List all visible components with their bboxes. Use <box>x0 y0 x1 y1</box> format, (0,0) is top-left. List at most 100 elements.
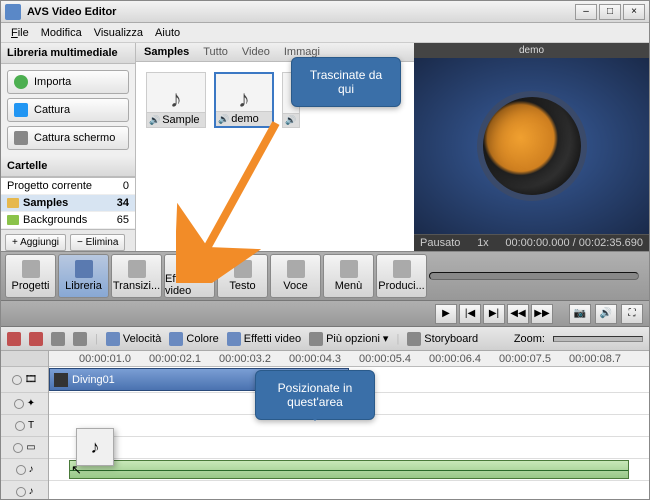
tl-effects-button[interactable]: Effetti video <box>227 332 301 346</box>
playback-state: Pausato <box>420 237 460 249</box>
speed-button[interactable]: Velocità <box>106 332 162 346</box>
main-tabbar: Progetti Libreria Transizi... Effetti vi… <box>1 251 649 301</box>
remove-folder-button[interactable]: − Elimina <box>70 234 125 251</box>
clip-thumb-icon <box>54 373 68 387</box>
tab-library[interactable]: Libreria <box>58 254 109 298</box>
delete-icon <box>29 332 43 346</box>
gear-icon <box>309 332 323 346</box>
audio-track-2[interactable] <box>49 481 649 499</box>
tab-projects[interactable]: Progetti <box>5 254 56 298</box>
more-options-button[interactable]: Più opzioni▾ <box>309 332 388 346</box>
fx-track-head[interactable]: ✦ <box>1 393 48 415</box>
maximize-button[interactable]: □ <box>599 4 621 20</box>
prev-button[interactable]: |◀ <box>459 304 481 324</box>
add-folder-button[interactable]: + Aggiungi <box>5 234 66 251</box>
voice-icon <box>287 260 305 278</box>
redo-icon <box>73 332 87 346</box>
step-back-button[interactable]: ◀◀ <box>507 304 529 324</box>
tab-menu[interactable]: Menù <box>323 254 374 298</box>
preview-pane: demo Pausato 1x 00:00:00.000 / 00:02:35.… <box>414 43 649 251</box>
play-button[interactable]: ▶ <box>435 304 457 324</box>
preview-canvas <box>414 58 649 234</box>
undo-button[interactable] <box>51 332 65 346</box>
tab-produce[interactable]: Produci... <box>376 254 427 298</box>
folder-row[interactable]: Backgrounds65 <box>1 212 135 229</box>
transport-buttons: ▶ |◀ ▶| ◀◀ ▶▶ <box>435 304 553 324</box>
seek-bar[interactable] <box>429 272 639 280</box>
left-sidebar: Libreria multimediale Importa Cattura Ca… <box>1 43 136 251</box>
text-track-head[interactable]: T <box>1 415 48 437</box>
time-ruler[interactable]: 00:00:01.0 00:00:02.1 00:00:03.2 00:00:0… <box>49 351 649 367</box>
audio-track[interactable]: ↖ <box>49 459 649 481</box>
folder-row[interactable]: Samples34 <box>1 195 135 212</box>
step-fwd-button[interactable]: ▶▶ <box>531 304 553 324</box>
video-track-head[interactable]: 🎞 <box>1 367 48 393</box>
speed-icon <box>106 332 120 346</box>
menu-help[interactable]: Aiuto <box>149 27 186 39</box>
produce-icon <box>393 260 411 278</box>
menubar: File Modifica Visualizza Aiuto <box>1 23 649 43</box>
color-button[interactable]: Colore <box>169 332 218 346</box>
tab-text[interactable]: Testo <box>217 254 268 298</box>
folder-icon <box>7 215 19 225</box>
effects-icon <box>181 255 199 271</box>
menu-view[interactable]: Visualizza <box>88 27 149 39</box>
screencap-button[interactable]: Cattura schermo <box>7 126 129 150</box>
folders-list: Progetto corrente0 Samples34 Backgrounds… <box>1 177 135 229</box>
audio-drop-target[interactable] <box>69 460 629 479</box>
tab-voice[interactable]: Voce <box>270 254 321 298</box>
fullscreen-button[interactable]: ⛶ <box>621 304 643 324</box>
fx-icon <box>227 332 241 346</box>
zoom-slider[interactable] <box>553 336 643 342</box>
speaker-graphic <box>468 82 595 209</box>
library-actions: Importa Cattura Cattura schermo <box>1 64 135 156</box>
mute-button[interactable]: 🔊 <box>595 304 617 324</box>
app-icon <box>5 4 21 20</box>
media-thumb[interactable]: ♪ 🔊Sample <box>146 72 206 128</box>
library-header: Libreria multimediale <box>1 43 135 64</box>
track-headers: 🎞 ✦ T ▭ ♪ ♪ <box>1 351 49 499</box>
music-note-icon: ♪ <box>170 86 182 114</box>
window-title: AVS Video Editor <box>27 6 575 18</box>
audio2-track-head[interactable]: ♪ <box>1 481 48 499</box>
speaker-icon: 🔊 <box>149 115 160 126</box>
menu-edit[interactable]: Modifica <box>35 27 88 39</box>
import-button[interactable]: Importa <box>7 70 129 94</box>
playback-row: ▶ |◀ ▶| ◀◀ ▶▶ 📷 🔊 ⛶ <box>1 301 649 327</box>
eye-icon <box>14 399 24 409</box>
overlay-track[interactable] <box>49 437 649 459</box>
mouse-cursor: ↖ <box>71 462 82 478</box>
storyboard-icon <box>407 332 421 346</box>
storyboard-button[interactable]: Storyboard <box>407 332 478 346</box>
delete-button[interactable] <box>29 332 43 346</box>
close-button[interactable]: × <box>623 4 645 20</box>
menu-file[interactable]: File <box>5 27 35 39</box>
playback-time: 00:00:00.000 / 00:02:35.690 <box>505 237 643 249</box>
media-thumb[interactable]: ♪ 🔊demo <box>214 72 274 128</box>
snapshot-button[interactable]: 📷 <box>569 304 591 324</box>
filter-all[interactable]: Tutto <box>203 46 228 58</box>
minimize-button[interactable]: – <box>575 4 597 20</box>
eye-icon <box>15 421 25 431</box>
filter-video[interactable]: Video <box>242 46 270 58</box>
next-button[interactable]: ▶| <box>483 304 505 324</box>
redo-button[interactable] <box>73 332 87 346</box>
preview-title: demo <box>414 43 649 58</box>
library-title: Samples <box>144 46 189 58</box>
screen-icon <box>14 131 28 145</box>
audio-track-head[interactable]: ♪ <box>1 459 48 481</box>
tab-effects[interactable]: Effetti video <box>164 254 215 298</box>
projects-icon <box>22 260 40 278</box>
window-controls: – □ × <box>575 4 645 20</box>
speaker-icon: 🔊 <box>285 115 296 126</box>
library-pane: Samples Tutto Video Immagi ♪ 🔊Sample ♪ 🔊… <box>136 43 414 251</box>
capture-button[interactable]: Cattura <box>7 98 129 122</box>
tab-transitions[interactable]: Transizi... <box>111 254 162 298</box>
folder-row[interactable]: Progetto corrente0 <box>1 178 135 195</box>
playback-speed: 1x <box>477 237 489 249</box>
overlay-track-head[interactable]: ▭ <box>1 437 48 459</box>
cut-button[interactable] <box>7 332 21 346</box>
folders-header: Cartelle <box>1 156 135 177</box>
camera-icon <box>14 103 28 117</box>
titlebar: AVS Video Editor – □ × <box>1 1 649 23</box>
